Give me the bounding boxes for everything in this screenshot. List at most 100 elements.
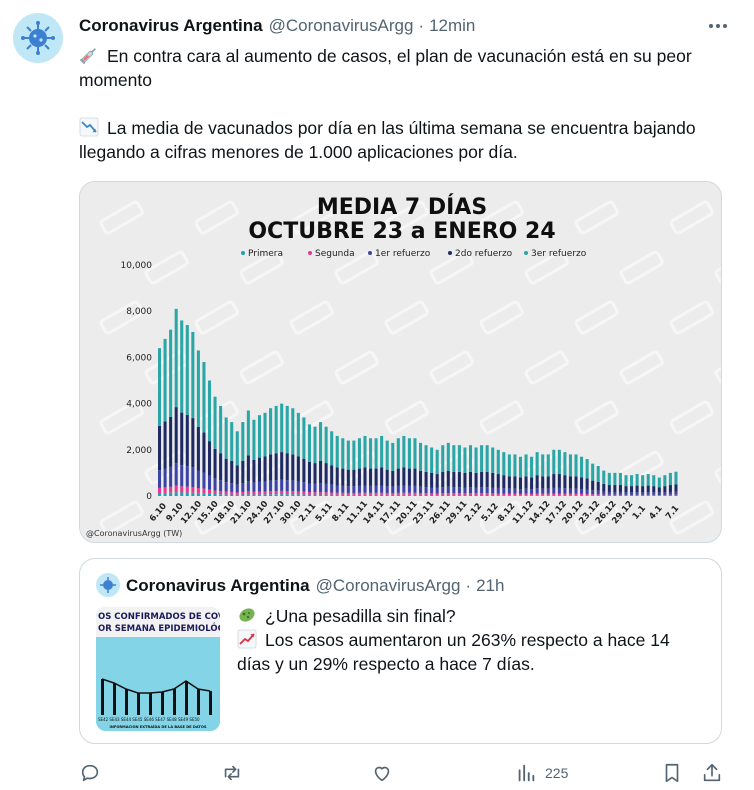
chart-decreasing-icon xyxy=(79,117,99,137)
bar-segment xyxy=(535,452,539,476)
tweet-timestamp[interactable]: 12min xyxy=(429,16,475,36)
bar-segment xyxy=(324,426,328,464)
share-button[interactable] xyxy=(701,758,723,788)
bookmark-icon xyxy=(665,763,679,783)
bar-segment xyxy=(219,405,223,454)
tweet-text: En contra cara al aumento de casos, el p… xyxy=(79,44,719,164)
bar-segment xyxy=(441,487,445,494)
author-name[interactable]: Coronavirus Argentina xyxy=(79,16,263,36)
quoted-author-name: Coronavirus Argentina xyxy=(126,576,310,595)
bar-segment xyxy=(169,486,173,493)
quoted-avatar[interactable] xyxy=(96,573,120,597)
bar-segment xyxy=(391,442,395,471)
bar-segment xyxy=(624,492,628,495)
cases-chart-thumbnail: OS CONFIRMADOS DE COVI OR SEMANA EPIDEMI… xyxy=(96,607,220,731)
bar-segment xyxy=(568,476,572,489)
more-options-button[interactable] xyxy=(704,16,732,36)
bar-segment xyxy=(313,494,317,496)
bar-segment xyxy=(402,485,406,493)
bar-segment xyxy=(224,491,228,495)
bar-segment xyxy=(580,493,584,496)
bar-segment xyxy=(207,475,212,490)
bar-segment xyxy=(241,460,245,484)
bar-segment xyxy=(424,494,428,496)
bar-segment xyxy=(169,417,173,467)
bar-segment xyxy=(219,480,223,492)
bar-segment xyxy=(474,487,478,494)
bar-segment xyxy=(257,481,262,492)
bar-segment xyxy=(552,493,556,496)
bar-segment xyxy=(585,495,589,496)
heart-icon xyxy=(374,766,390,782)
bar-segment xyxy=(180,412,184,466)
quoted-thumbnail[interactable]: OS CONFIRMADOS DE COVI OR SEMANA EPIDEMI… xyxy=(96,607,220,731)
bar-segment xyxy=(296,481,300,492)
bar-segment xyxy=(596,465,600,482)
bar-segment xyxy=(352,492,356,495)
bar-segment xyxy=(396,494,400,496)
bar-segment xyxy=(552,449,556,475)
bookmark-button[interactable] xyxy=(661,758,683,788)
bar-segment xyxy=(613,494,617,496)
like-button[interactable] xyxy=(371,758,393,788)
bar-segment xyxy=(363,492,367,495)
bar-segment xyxy=(380,467,384,486)
bar-segment xyxy=(496,474,500,488)
bar-segment xyxy=(435,449,439,475)
bar-segment xyxy=(463,493,467,496)
bar-segment xyxy=(191,418,195,468)
bar-segment xyxy=(563,475,567,489)
bar-segment xyxy=(407,494,411,496)
bar-segment xyxy=(380,485,384,493)
bar-segment xyxy=(174,463,178,486)
tweet-image[interactable]: MEDIA 7 DÍAS OCTUBRE 23 a ENERO 24 Prime… xyxy=(79,181,722,543)
bar-segment xyxy=(530,495,534,496)
profile-avatar[interactable] xyxy=(13,13,63,63)
bar-segment xyxy=(457,471,461,488)
reply-icon xyxy=(81,764,99,782)
bar-segment xyxy=(607,485,611,492)
bar-segment xyxy=(241,494,245,496)
bar-segment xyxy=(663,492,667,495)
bar-segment xyxy=(302,417,306,459)
bar-segment xyxy=(280,479,284,491)
bar-segment xyxy=(302,494,306,496)
bar-segment xyxy=(246,410,250,456)
bar-segment xyxy=(491,495,495,496)
bar-segment xyxy=(369,468,373,486)
retweet-button[interactable] xyxy=(221,758,243,788)
bar-segment xyxy=(346,494,350,496)
bar-segment xyxy=(313,426,317,464)
bar-segment xyxy=(518,495,523,496)
thumb-title-1: OS CONFIRMADOS DE COVI xyxy=(98,612,220,622)
bar-segment xyxy=(369,485,373,493)
bar-segment xyxy=(313,463,317,484)
bar-segment xyxy=(613,491,617,495)
quoted-tweet[interactable]: Coronavirus Argentina @CoronavirusArgg ·… xyxy=(79,558,722,744)
quoted-author-handle: @CoronavirusArgg xyxy=(315,576,461,595)
bar-segment xyxy=(546,454,550,477)
bar-segment xyxy=(580,489,584,494)
bar-segment xyxy=(430,472,434,488)
bar-segment xyxy=(291,491,295,495)
bar-segment xyxy=(602,491,606,495)
bar-segment xyxy=(524,488,528,494)
separator-dot: · xyxy=(418,16,425,35)
bar-segment xyxy=(668,491,672,495)
bar-segment xyxy=(330,492,334,495)
bar-segment xyxy=(613,472,617,486)
author-handle[interactable]: @CoronavirusArgg xyxy=(269,16,414,36)
views-button[interactable]: 225 xyxy=(515,758,568,788)
reply-button[interactable] xyxy=(79,758,101,788)
bar-segment xyxy=(285,491,289,495)
bar-segment xyxy=(280,494,284,496)
bar-segment xyxy=(391,493,395,495)
bar-segment xyxy=(652,475,656,487)
bar-segment xyxy=(302,458,306,483)
thumb-title-2: OR SEMANA EPIDEMIOLÓGIC xyxy=(98,622,220,634)
bar-segment xyxy=(385,469,389,487)
bar-segment xyxy=(341,492,345,495)
bar-segment xyxy=(552,495,556,496)
bar-segment xyxy=(346,486,350,493)
